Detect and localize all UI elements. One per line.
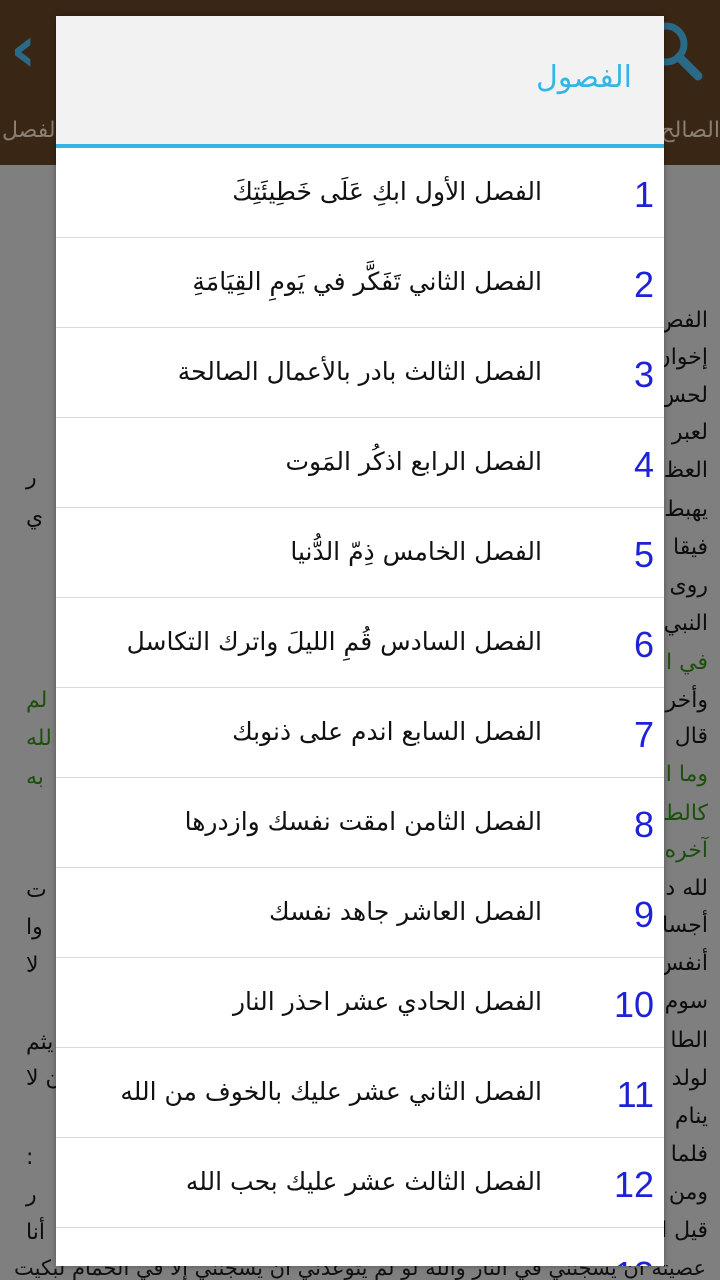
- chapter-number: 8: [633, 804, 654, 845]
- background-text-fragment: ينام: [674, 1104, 708, 1129]
- chapter-item[interactable]: الفصل الخامس ذِمّ الدُّنيا 5: [56, 508, 664, 598]
- chapter-list: الفصل الأول ابكِ عَلَى خَطِيئَتِكَ 1 الفصل…: [56, 148, 664, 1266]
- background-text-fragment: وأخر: [665, 688, 708, 713]
- background-text-fragment: فلما: [670, 1142, 708, 1167]
- background-text-fragment: وما ا: [665, 762, 708, 787]
- screen: ‹ الصالح الفصل الفص إخوان لحس لعبر العظ يهبط ف…: [0, 0, 720, 1280]
- chapters-dialog: الفصول الفصل الأول ابكِ عَلَى خَطِيئَتِك…: [56, 16, 664, 1266]
- chapter-item[interactable]: الفصل الرابع اذكُر المَوت 4: [56, 418, 664, 508]
- chapter-number: 2: [633, 264, 654, 305]
- chapter-title: الفصل الثامن امقت نفسك وازدرها: [184, 807, 542, 836]
- chapter-item[interactable]: الفصل الأول ابكِ عَلَى خَطِيئَتِكَ 1: [56, 148, 664, 238]
- tab-left[interactable]: الفصل: [2, 118, 62, 143]
- chapter-item[interactable]: الفصل الثامن امقت نفسك وازدرها 8: [56, 778, 664, 868]
- chevron-left-icon[interactable]: ‹: [10, 18, 60, 82]
- background-text-fragment: في ا: [666, 650, 708, 675]
- chapter-title: الفصل الثالث عشر عليك بحب الله: [185, 1167, 542, 1196]
- chapter-number: 12: [613, 1164, 654, 1205]
- background-text-fragment: روى: [669, 573, 708, 598]
- background-text-fragment: الطا: [670, 1028, 708, 1053]
- background-text-fragment: لله: [26, 726, 52, 751]
- chapter-item[interactable]: الفصل الثالث عشر عليك بحب الله 12: [56, 1138, 664, 1228]
- background-text-fragment: كالط: [663, 801, 708, 826]
- chapter-title: الفصل السادس قُمِ الليلَ واترك التكاسل: [126, 627, 542, 656]
- background-text-fragment: لولد: [671, 1066, 708, 1091]
- chapter-number: 11: [616, 1074, 654, 1115]
- chapter-item[interactable]: الفصل الثاني عشر عليك بالخوف من الله 11: [56, 1048, 664, 1138]
- background-text-fragment: أنا: [26, 1220, 45, 1245]
- chapter-item[interactable]: الفصل السادس قُمِ الليلَ واترك التكاسل 6: [56, 598, 664, 688]
- background-text-fragment: أجسا: [661, 913, 708, 938]
- chapter-title: الفصل الحادي عشر احذر النار: [232, 987, 542, 1016]
- chapter-number: 5: [633, 534, 654, 575]
- background-text-fragment: لحس: [659, 383, 708, 408]
- background-text-fragment: أنفس: [656, 951, 708, 976]
- chapter-title: الفصل الثاني عشر عليك بالخوف من الله: [120, 1077, 542, 1106]
- background-text-fragment: آخره: [664, 838, 708, 863]
- chapter-number: 13: [574, 1252, 654, 1266]
- chapter-number: 6: [633, 624, 654, 665]
- chapter-title: الفصل السابع اندم على ذنوبك: [232, 717, 542, 746]
- background-text-fragment: ر: [26, 465, 37, 490]
- dialog-title: الفصول: [536, 60, 632, 95]
- background-text-fragment: العظ: [663, 458, 708, 483]
- background-text-fragment: الفص: [657, 308, 708, 333]
- background-text-fragment: ي: [26, 505, 44, 530]
- chapter-number: 3: [633, 354, 654, 395]
- background-text-fragment: لعبر: [671, 420, 708, 445]
- chapter-item[interactable]: الفصل الثاني تَفَكَّر في يَومِ القِيَامَ…: [56, 238, 664, 328]
- background-text-fragment: ر: [26, 1182, 37, 1207]
- background-text-fragment: يثم: [26, 1030, 54, 1055]
- background-text-fragment: به: [26, 765, 44, 790]
- chapter-item[interactable]: الفصل السابع اندم على ذنوبك 7: [56, 688, 664, 778]
- chapter-title: الفصل الثالث بادر بالأعمال الصالحة: [177, 357, 542, 386]
- background-text-fragment: يهبط: [664, 497, 708, 522]
- chapter-number: 4: [633, 444, 654, 485]
- chapter-title: الفصل الأول ابكِ عَلَى خَطِيئَتِكَ: [232, 177, 542, 206]
- background-text-fragment: :: [26, 1145, 34, 1170]
- background-text-fragment: النبي: [663, 611, 708, 636]
- chapter-item[interactable]: الفصل العاشر جاهد نفسك 9: [56, 868, 664, 958]
- chapter-title: الفصل الخامس ذِمّ الدُّنيا: [290, 537, 542, 566]
- chapter-title: الفصل الثاني تَفَكَّر في يَومِ القِيَامَ…: [192, 267, 542, 296]
- chapter-title: الفصل الرابع اذكُر المَوت: [285, 447, 542, 476]
- background-text-fragment: قال: [674, 724, 708, 749]
- dialog-header: الفصول: [56, 16, 664, 144]
- chapter-number: 9: [633, 894, 654, 935]
- chapter-number: 1: [633, 174, 654, 215]
- chapter-title: الفصل العاشر جاهد نفسك: [269, 897, 542, 926]
- background-text-fragment: لله د: [665, 876, 708, 901]
- background-text-fragment: ومن: [668, 1180, 708, 1205]
- background-text-fragment: لم: [26, 688, 48, 713]
- chapter-number: 10: [613, 984, 654, 1025]
- background-text-fragment: سوم: [664, 989, 708, 1014]
- background-text-fragment: ت: [26, 878, 47, 903]
- chapter-item[interactable]: الفصل الحادي عشر احذر النار 10: [56, 958, 664, 1048]
- background-text-fragment: فيقا: [673, 535, 708, 560]
- tab-right[interactable]: الصالح: [660, 118, 720, 143]
- background-text-fragment: وا: [26, 915, 43, 940]
- chapter-item[interactable]: الفصل الثالث بادر بالأعمال الصالحة 3: [56, 328, 664, 418]
- chapter-number: 7: [633, 714, 654, 755]
- chapter-item[interactable]: 13: [56, 1228, 664, 1266]
- background-text-fragment: لا: [26, 953, 39, 978]
- background-text-fragment: قيل ا: [661, 1218, 708, 1243]
